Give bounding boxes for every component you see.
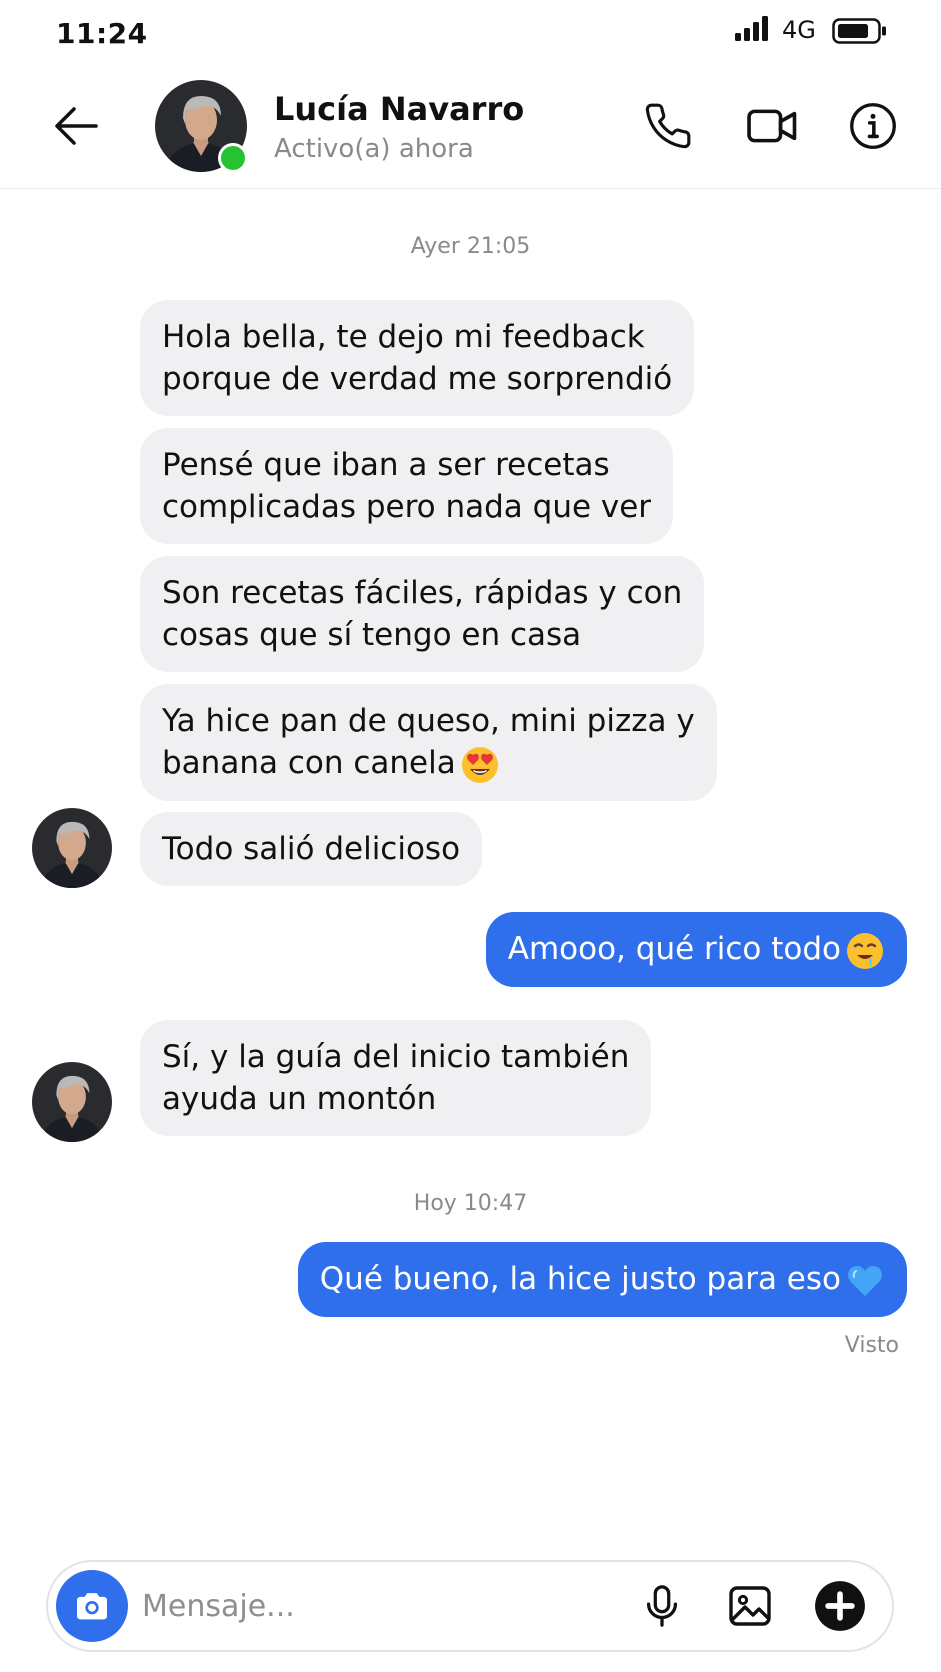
arrow-left-icon xyxy=(55,107,98,145)
message-composer xyxy=(46,1560,894,1652)
message-line-text: banana con canela xyxy=(162,745,456,781)
status-time: 11:24 xyxy=(56,17,148,50)
incoming-message[interactable]: Hola bella, te dejo mi feedback porque d… xyxy=(140,300,695,416)
video-call-button[interactable] xyxy=(744,98,800,154)
contact-name[interactable]: Lucía Navarro xyxy=(274,90,524,128)
incoming-message[interactable]: Todo salió delicioso xyxy=(140,812,483,886)
image-icon xyxy=(729,1586,771,1626)
voice-call-button[interactable] xyxy=(640,98,696,154)
message-line-text: Qué bueno, la hice justo para eso xyxy=(319,1261,841,1297)
online-indicator xyxy=(218,143,248,173)
message-line-with-emoji: banana con canela xyxy=(162,742,695,785)
blue-heart-emoji xyxy=(848,1265,882,1296)
battery-icon xyxy=(832,18,886,44)
seen-status: Visto xyxy=(844,1333,899,1358)
microphone-icon xyxy=(646,1585,678,1627)
network-label: 4G xyxy=(782,16,816,44)
incoming-message[interactable]: Pensé que iban a ser recetas complicadas… xyxy=(140,428,674,544)
contact-avatar-small[interactable] xyxy=(32,1062,112,1142)
incoming-message[interactable]: Sí, y la guía del inicio también ayuda u… xyxy=(140,1020,652,1136)
phone-icon xyxy=(645,103,691,149)
gallery-button[interactable] xyxy=(722,1578,778,1634)
message-line: Hola bella, te dejo mi feedback xyxy=(162,319,645,355)
info-button[interactable] xyxy=(845,98,901,154)
message-line: Pensé que iban a ser recetas xyxy=(162,447,610,483)
message-line: Ya hice pan de queso, mini pizza y xyxy=(162,703,695,739)
timestamp: Hoy 10:47 xyxy=(413,1191,528,1216)
video-camera-icon xyxy=(747,109,797,143)
back-button[interactable] xyxy=(48,98,104,154)
message-line: porque de verdad me sorprendió xyxy=(162,361,673,397)
message-line: ayuda un montón xyxy=(162,1081,437,1117)
message-line: Son recetas fáciles, rápidas y con xyxy=(162,575,683,611)
more-options-button[interactable] xyxy=(812,1578,868,1634)
heart-eyes-emoji xyxy=(461,746,498,783)
message-line-with-emoji: Amooo, qué rico todo xyxy=(508,928,885,971)
plus-icon xyxy=(815,1581,865,1631)
message-line: complicadas pero nada que ver xyxy=(162,489,652,525)
message-line: Todo salió delicioso xyxy=(162,831,461,867)
drooling-face-emoji xyxy=(847,932,883,969)
message-line: cosas que sí tengo en casa xyxy=(162,617,582,653)
incoming-message[interactable]: Son recetas fáciles, rápidas y con cosas… xyxy=(140,556,705,672)
timestamp: Ayer 21:05 xyxy=(410,234,531,259)
chat-screen: 11:24 4G Lucía Navarro Activo(a) ahora A… xyxy=(0,0,941,1672)
contact-status: Activo(a) ahora xyxy=(274,134,474,164)
camera-icon xyxy=(77,1593,107,1620)
info-icon xyxy=(850,103,896,149)
message-line-text: Amooo, qué rico todo xyxy=(507,931,841,967)
voice-message-button[interactable] xyxy=(634,1578,690,1634)
message-line-with-emoji: Qué bueno, la hice justo para eso xyxy=(320,1258,885,1301)
chat-header: Lucía Navarro Activo(a) ahora xyxy=(0,70,941,189)
incoming-message[interactable]: Ya hice pan de queso, mini pizza y banan… xyxy=(140,684,717,801)
outgoing-message[interactable]: Amooo, qué rico todo xyxy=(485,912,907,987)
contact-avatar-small[interactable] xyxy=(32,808,112,888)
message-input[interactable] xyxy=(142,1578,562,1634)
signal-icon xyxy=(735,16,768,41)
camera-button[interactable] xyxy=(56,1570,128,1642)
outgoing-message[interactable]: Qué bueno, la hice justo para eso xyxy=(297,1242,907,1317)
message-line: Sí, y la guía del inicio también xyxy=(162,1039,630,1075)
status-bar: 11:24 4G xyxy=(0,0,941,70)
